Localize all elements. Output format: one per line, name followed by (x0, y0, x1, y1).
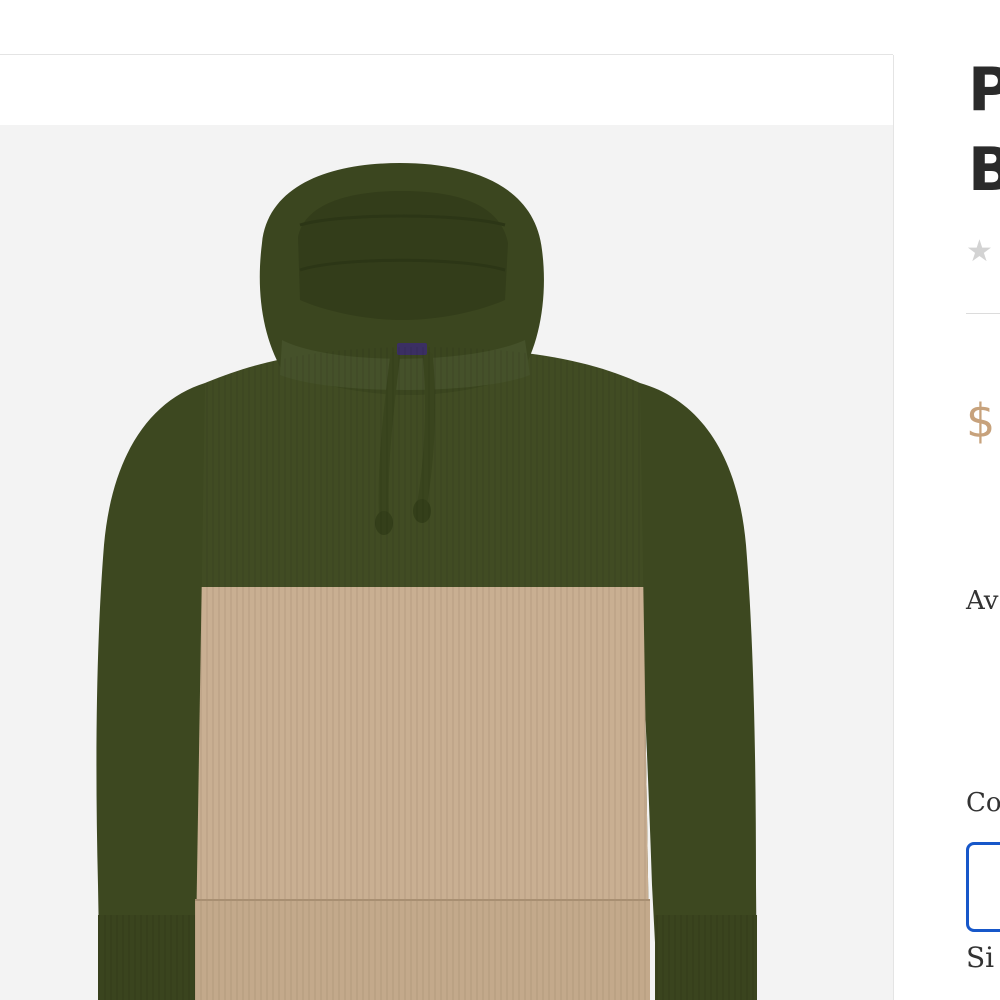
product-price: $ (966, 394, 996, 448)
product-info-panel: P B ★ $ Av Co Si (966, 0, 1000, 1000)
availability-label: Av (966, 586, 999, 616)
hoodie-illustration (96, 163, 757, 1000)
product-image[interactable] (0, 125, 893, 1000)
product-page: P B ★ $ Av Co Si (0, 0, 1000, 1000)
color-swatch-selected[interactable] (966, 842, 1000, 932)
star-icon[interactable]: ★ (966, 237, 993, 267)
product-gallery (0, 55, 894, 1000)
product-title-line-2: B (968, 135, 1000, 205)
color-label: Co (966, 788, 1000, 818)
product-title-line-1: P (968, 55, 1000, 125)
info-divider (966, 313, 1000, 314)
size-label: Si (966, 941, 995, 974)
